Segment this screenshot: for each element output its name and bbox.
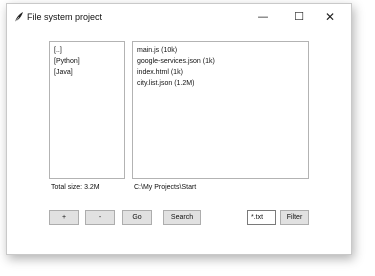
close-button[interactable]: ✕ [317, 8, 343, 26]
total-size-label: Total size: 3.2M [51, 184, 100, 191]
file-item-google-services[interactable]: google-services.json (1k) [133, 56, 308, 67]
app-window: File system project — ☐ ✕ [..] [Python] … [6, 3, 352, 255]
file-item-city-list[interactable]: city.list.json (1.2M) [133, 78, 308, 89]
filter-input[interactable]: *.txt [247, 210, 276, 225]
search-button[interactable]: Search [163, 210, 201, 225]
minimize-button[interactable]: — [250, 8, 276, 26]
directory-item-java[interactable]: [Java] [50, 67, 124, 78]
title-bar[interactable]: File system project — ☐ ✕ [7, 4, 351, 30]
file-listbox[interactable]: main.js (10k) google-services.json (1k) … [132, 41, 309, 179]
directory-item-python[interactable]: [Python] [50, 56, 124, 67]
window-title: File system project [27, 12, 103, 22]
directory-item-parent[interactable]: [..] [50, 45, 124, 56]
filter-button[interactable]: Filter [280, 210, 309, 225]
maximize-button[interactable]: ☐ [286, 8, 312, 26]
directory-listbox[interactable]: [..] [Python] [Java] [49, 41, 125, 179]
go-button[interactable]: Go [122, 210, 152, 225]
current-path-label: C:\My Projects\Start [134, 184, 197, 191]
file-item-index-html[interactable]: index.html (1k) [133, 67, 308, 78]
feather-icon [14, 12, 23, 23]
remove-button[interactable]: - [85, 210, 115, 225]
add-button[interactable]: + [49, 210, 79, 225]
file-item-main-js[interactable]: main.js (10k) [133, 45, 308, 56]
